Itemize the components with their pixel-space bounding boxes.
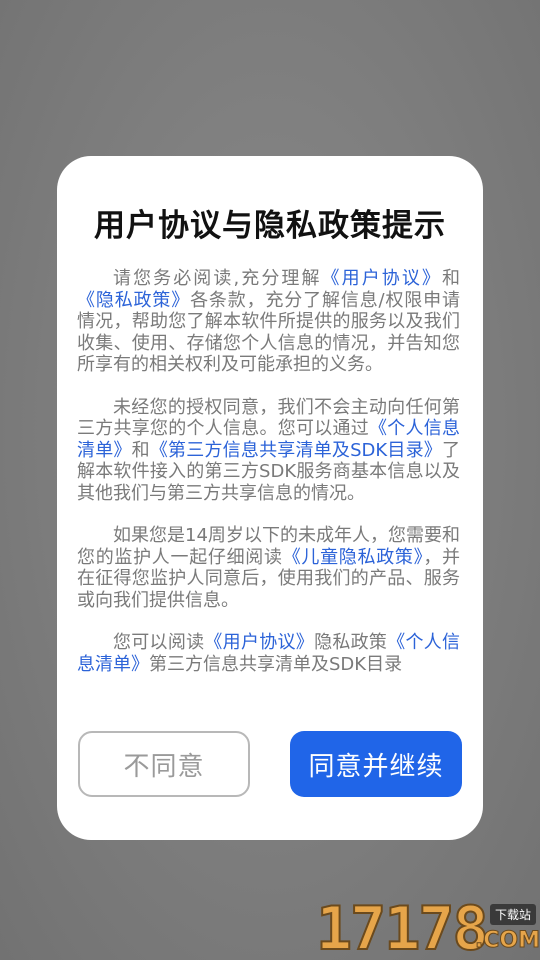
watermark-digits: 17178 [315, 894, 490, 964]
agreement-text: 第三方信息共享清单及SDK目录 [149, 653, 403, 675]
agreement-link[interactable]: 《隐私政策》 [77, 290, 190, 311]
agreement-paragraph: 请您务必阅读,充分理解《用户协议》和《隐私政策》各条款，充分了解信息/权限申请情… [77, 268, 460, 376]
agreement-link[interactable]: 《第三方信息共享清单及SDK目录》 [150, 440, 442, 461]
privacy-dialog: 用户协议与隐私政策提示 请您务必阅读,充分理解《用户协议》和《隐私政策》各条款，… [57, 156, 483, 840]
agreement-paragraph: 如果您是14周岁以下的未成年人，您需要和您的监护人一起仔细阅读《儿童隐私政策》，… [77, 525, 460, 611]
dialog-title: 用户协议与隐私政策提示 [94, 208, 446, 244]
agreement-text: 您可以阅读 [113, 632, 205, 653]
agreement-link[interactable]: 《用户协议》 [322, 268, 442, 289]
watermark-tag: 下载站 [489, 904, 536, 925]
agreement-paragraph: 您可以阅读《用户协议》隐私政策《个人信息清单》第三方信息共享清单及SDK目录 [77, 632, 460, 675]
disagree-button[interactable]: 不同意 [78, 731, 250, 797]
agreement-text: 和 [442, 268, 460, 289]
agreement-link[interactable]: 《儿童隐私政策》 [283, 547, 424, 568]
agreement-text: 和 [131, 439, 150, 461]
agreement-link[interactable]: 《用户协议》 [204, 632, 314, 653]
agreement-text: 请您务必阅读,充分理解 [113, 268, 322, 289]
agreement-text-scroll[interactable]: 请您务必阅读,充分理解《用户协议》和《隐私政策》各条款，充分了解信息/权限申请情… [77, 268, 460, 700]
site-watermark-logo: 17178 下载站 .COM [315, 894, 540, 964]
agreement-text: 隐私政策 [314, 632, 388, 653]
agree-continue-button[interactable]: 同意并继续 [290, 731, 462, 797]
watermark-suffix: .COM [474, 928, 540, 954]
agreement-paragraph: 未经您的授权同意，我们不会主动向任何第三方共享您的个人信息。您可以通过《个人信息… [77, 397, 460, 505]
